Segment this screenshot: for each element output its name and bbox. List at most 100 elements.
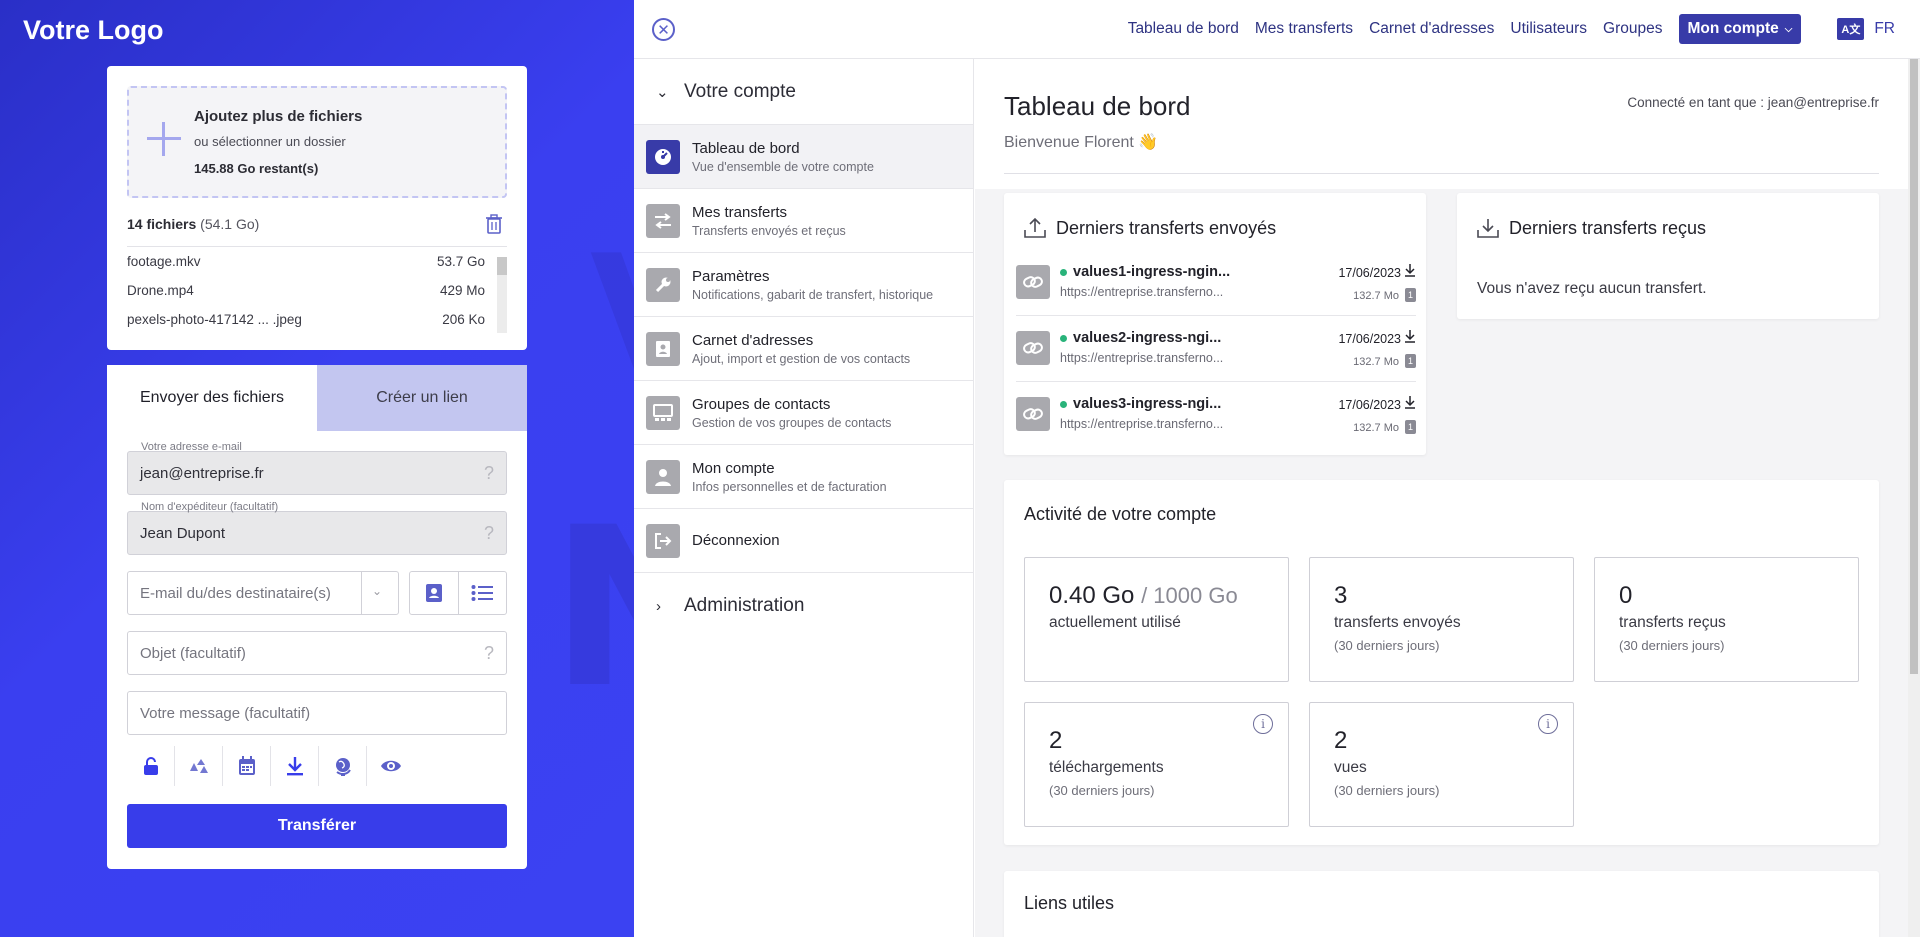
- subject-input[interactable]: Objet (facultatif)?: [127, 631, 507, 675]
- sidebar-item-title: Déconnexion: [692, 532, 780, 549]
- file-count: 14 fichiers (54.1 Go): [127, 216, 260, 232]
- stat-value: 2: [1334, 727, 1348, 754]
- section-your-account[interactable]: ⌄ Votre compte: [634, 59, 973, 125]
- useful-links-card: Liens utiles: [1004, 871, 1879, 937]
- file-name: Drone.mp4: [127, 283, 194, 298]
- stat-views: 2 vues (30 derniers jours) i: [1309, 702, 1574, 827]
- transfer-row[interactable]: values1-ingress-ngin... https://entrepri…: [1016, 250, 1416, 316]
- status-dot: [1060, 400, 1067, 408]
- language-switcher[interactable]: A文 FR: [1837, 18, 1895, 40]
- sidebar-item-address-book[interactable]: Carnet d'adresses Ajout, import et gestio…: [634, 317, 973, 381]
- transfer-url[interactable]: https://entreprise.transferno...: [1060, 285, 1223, 299]
- info-icon[interactable]: i: [1538, 714, 1558, 734]
- trash-icon[interactable]: [485, 214, 503, 234]
- transfer-icon: [646, 203, 680, 238]
- help-icon[interactable]: ?: [484, 523, 494, 544]
- lock-icon[interactable]: [127, 746, 175, 786]
- stat-sent: 3 transferts envoyés (30 derniers jours): [1309, 557, 1574, 682]
- stat-label: vues: [1334, 759, 1367, 776]
- sidebar-item-settings[interactable]: Paramètres Notifications, gabarit de tran…: [634, 253, 973, 317]
- sender-value: Jean Dupont: [140, 524, 226, 542]
- transfer-name-text: values3-ingress-ngi...: [1073, 396, 1222, 412]
- sidebar-item-title: Mes transferts: [692, 203, 788, 221]
- file-size: 206 Ko: [442, 312, 485, 327]
- dropzone-subtitle[interactable]: ou sélectionner un dossier: [194, 134, 346, 149]
- download-icon[interactable]: [1404, 263, 1416, 279]
- nav-dashboard[interactable]: Tableau de bord: [1128, 20, 1239, 38]
- close-icon[interactable]: ✕: [652, 18, 675, 41]
- transfer-date: 17/06/2023: [1338, 332, 1401, 346]
- help-icon[interactable]: ?: [484, 643, 494, 664]
- stat-period: (30 derniers jours): [1619, 638, 1725, 653]
- send-tabs: Envoyer des fichiers Créer un lien: [107, 365, 527, 431]
- file-row: Drone.mp4 429 Mo: [127, 276, 507, 305]
- list-icon[interactable]: [459, 572, 507, 614]
- stat-label: téléchargements: [1049, 759, 1164, 776]
- transfer-url[interactable]: https://entreprise.transferno...: [1060, 417, 1223, 431]
- link-icon: [1016, 331, 1050, 365]
- sidebar-item-dashboard[interactable]: Tableau de bord Vue d'ensemble de votre c…: [634, 125, 973, 189]
- chevron-down-icon[interactable]: ⌄: [372, 584, 382, 598]
- section-administration[interactable]: › Administration: [634, 573, 973, 639]
- sender-name-field[interactable]: Jean Dupont?: [127, 511, 507, 555]
- sidebar-item-title: Mon compte: [692, 459, 775, 477]
- top-navbar: ✕ Tableau de bord Mes transferts Carnet …: [634, 0, 1920, 59]
- contact-book-icon[interactable]: [410, 572, 459, 614]
- download-icon[interactable]: [1404, 395, 1416, 411]
- group-icon: [646, 395, 680, 430]
- transfer-options: [127, 746, 507, 786]
- info-icon[interactable]: i: [1253, 714, 1273, 734]
- translate-icon: A文: [1837, 18, 1865, 40]
- logo: Votre Logo: [23, 15, 164, 45]
- sidebar-item-my-account[interactable]: Mon compte Infos personnelles et de factu…: [634, 445, 973, 509]
- download-count-badge: 1: [1405, 288, 1416, 302]
- file-list-scrollbar[interactable]: [497, 257, 507, 333]
- download-icon[interactable]: [1404, 329, 1416, 345]
- section-label: Administration: [684, 595, 805, 616]
- help-icon[interactable]: ?: [484, 463, 494, 484]
- eye-icon[interactable]: [367, 746, 415, 786]
- tab-create-link[interactable]: Créer un lien: [317, 365, 527, 431]
- transfer-url[interactable]: https://entreprise.transferno...: [1060, 351, 1223, 365]
- download-icon[interactable]: [271, 746, 319, 786]
- sidebar-item-logout[interactable]: Déconnexion: [634, 509, 973, 573]
- email-value: jean@entreprise.fr: [140, 464, 264, 482]
- main-scrollbar[interactable]: [1908, 59, 1920, 937]
- dropzone[interactable]: Ajoutez plus de fichiers ou sélectionner…: [127, 86, 507, 198]
- file-name: pexels-photo-417142 ... .jpeg: [127, 312, 302, 327]
- tab-send-files[interactable]: Envoyer des fichiers: [107, 365, 317, 431]
- dropzone-title: Ajoutez plus de fichiers: [194, 108, 363, 125]
- link-icon: [1016, 397, 1050, 431]
- card-title: Derniers transferts envoyés: [1056, 217, 1277, 238]
- transfer-row[interactable]: values3-ingress-ngi... https://entrepris…: [1016, 382, 1416, 448]
- nav-users[interactable]: Utilisateurs: [1510, 20, 1587, 38]
- dashboard-icon: [646, 139, 680, 174]
- empty-received-text: Vous n'avez reçu aucun transfert.: [1477, 280, 1707, 297]
- recipients-input[interactable]: E-mail du/des destinataire(s) ⌄: [127, 571, 399, 615]
- recycle-icon[interactable]: [175, 746, 223, 786]
- calendar-icon[interactable]: [223, 746, 271, 786]
- transfer-name: values2-ingress-ngi...: [1060, 330, 1221, 346]
- message-input[interactable]: Votre message (facultatif): [127, 691, 507, 735]
- transfer-name: values3-ingress-ngi...: [1060, 396, 1221, 412]
- file-row: footage.mkv 53.7 Go: [127, 247, 507, 276]
- sidebar-item-transfers[interactable]: Mes transferts Transferts envoyés et reçu…: [634, 189, 973, 253]
- globe-icon[interactable]: [319, 746, 367, 786]
- nav-groups[interactable]: Groupes: [1603, 20, 1662, 38]
- transfer-row[interactable]: values2-ingress-ngi... https://entrepris…: [1016, 316, 1416, 382]
- chevron-down-icon: ⌵: [1784, 23, 1793, 35]
- sidebar-item-subtitle: Vue d'ensemble de votre compte: [692, 159, 874, 174]
- stat-value: 0.40 Go / 1000 Go: [1049, 582, 1238, 610]
- nav-transfers[interactable]: Mes transferts: [1255, 20, 1353, 38]
- welcome-text: Bienvenue Florent 👋: [1004, 134, 1159, 151]
- email-field[interactable]: jean@entreprise.fr?: [127, 451, 507, 495]
- background-decoration-2: N: [550, 480, 634, 736]
- user-icon: [646, 459, 680, 494]
- sidebar-item-subtitle: Gestion de vos groupes de contacts: [692, 415, 892, 430]
- account-menu-button[interactable]: Mon compte ⌵: [1678, 14, 1802, 44]
- transfer-button[interactable]: Transférer: [127, 804, 507, 848]
- send-card: Envoyer des fichiers Créer un lien jean@…: [107, 365, 527, 869]
- transfer-size: 132.7 Mo: [1353, 422, 1399, 434]
- sidebar-item-contact-groups[interactable]: Groupes de contacts Gestion de vos groupe…: [634, 381, 973, 445]
- nav-address-book[interactable]: Carnet d'adresses: [1369, 20, 1494, 38]
